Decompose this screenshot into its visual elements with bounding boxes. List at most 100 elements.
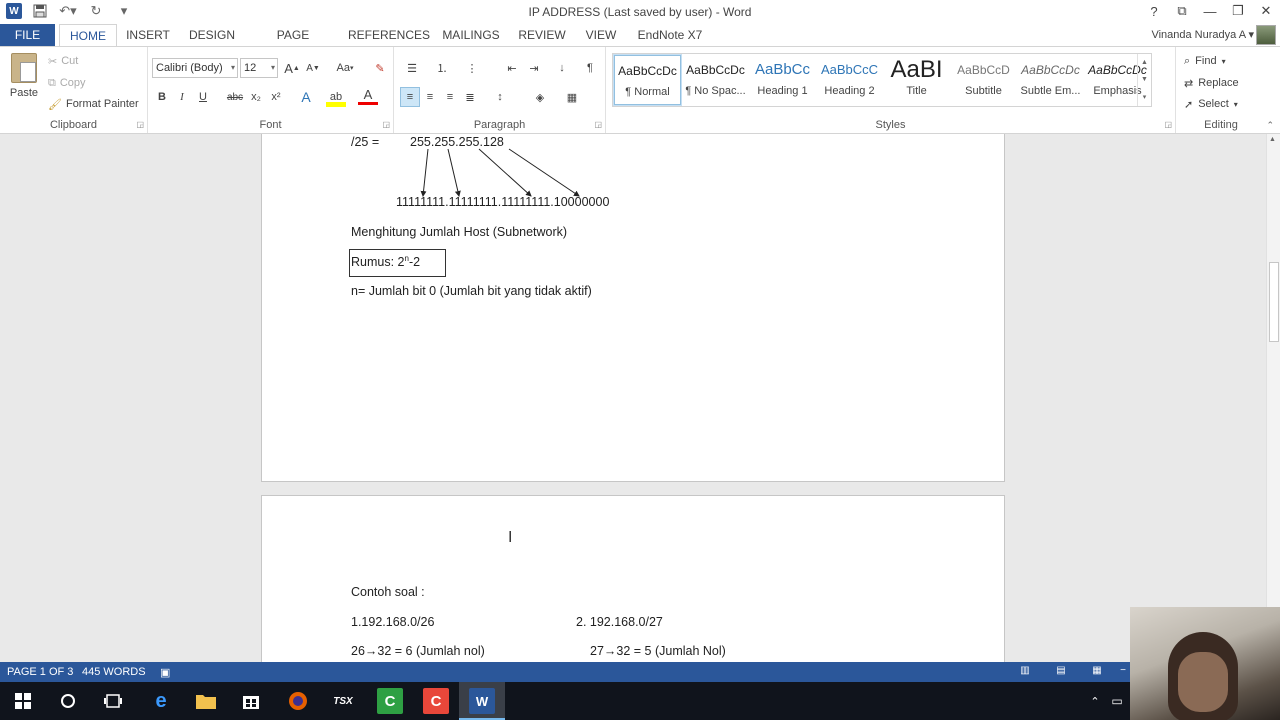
- read-mode-icon[interactable]: ▥: [1016, 665, 1034, 679]
- tab-design[interactable]: DESIGN: [186, 24, 238, 46]
- restore-icon[interactable]: ❐: [1224, 0, 1252, 22]
- increase-indent-icon[interactable]: ⇥: [524, 58, 544, 78]
- task-view-icon[interactable]: [100, 688, 126, 714]
- copy-button[interactable]: ⧉ Copy: [48, 74, 86, 92]
- font-family-select[interactable]: Calibri (Body) ▾: [152, 58, 238, 78]
- font-launcher-icon[interactable]: ◲: [382, 120, 390, 129]
- document-area[interactable]: /25 = 255.255.255.128 11111111.11111111.…: [0, 134, 1266, 662]
- line-spacing-icon[interactable]: ↕: [490, 87, 510, 107]
- page-1[interactable]: /25 = 255.255.255.128 11111111.11111111.…: [261, 134, 1005, 482]
- paste-button[interactable]: Paste: [8, 53, 40, 113]
- shrink-font-button[interactable]: A ▼: [303, 58, 323, 78]
- paragraph-group: ☰ ⒈ ⋮ ⇤ ⇥ ↓ ¶ ≡ ≡ ≡ ≣ ↕ ◈ ▦ Paragraph ◲: [394, 47, 606, 133]
- calc-1: 26→32 = 6 (Jumlah nol): [351, 644, 485, 658]
- scroll-down-icon[interactable]: ▼: [1141, 76, 1148, 83]
- font-color-button[interactable]: A: [358, 87, 378, 105]
- style-heading-1[interactable]: AaBbCc Heading 1: [749, 55, 816, 105]
- bold-button[interactable]: B: [152, 87, 172, 107]
- strikethrough-button[interactable]: abc: [225, 87, 245, 107]
- cortana-icon[interactable]: [55, 688, 81, 714]
- print-layout-icon[interactable]: ▤: [1052, 665, 1070, 679]
- battery-icon[interactable]: ▭: [1104, 688, 1130, 714]
- format-painter-button[interactable]: 🖌 Format Painter: [48, 95, 139, 113]
- page-indicator[interactable]: PAGE 1 OF 3: [7, 666, 73, 678]
- tab-endnote[interactable]: EndNote X7: [634, 24, 706, 46]
- chevron-down-icon: ▾: [1233, 99, 1238, 109]
- grow-font-button[interactable]: A ▲: [282, 58, 302, 78]
- style-subtle-emphasis[interactable]: AaBbCcDc Subtle Em...: [1017, 55, 1084, 105]
- scroll-up-icon[interactable]: ▲: [1269, 136, 1276, 143]
- gallery-scroll[interactable]: ▲ ▼ ▾: [1137, 54, 1151, 106]
- clear-formatting-icon[interactable]: ✎: [370, 58, 390, 78]
- sort-icon[interactable]: ↓: [552, 58, 572, 78]
- ribbon-display-options-icon[interactable]: ⧉: [1168, 0, 1196, 22]
- styles-launcher-icon[interactable]: ◲: [1164, 120, 1172, 129]
- shading-icon[interactable]: ◈: [530, 87, 550, 107]
- font-size-select[interactable]: 12 ▾: [240, 58, 278, 78]
- file-explorer-icon[interactable]: [193, 688, 219, 714]
- borders-icon[interactable]: ▦: [562, 87, 582, 107]
- italic-button[interactable]: I: [172, 87, 192, 107]
- page-2[interactable]: Contoh soal : 1.192.168.0/26 2. 192.168.…: [261, 495, 1005, 662]
- tab-mailings[interactable]: MAILINGS: [440, 24, 502, 46]
- change-case-button[interactable]: Aa ▾: [332, 58, 358, 78]
- multilevel-list-icon[interactable]: ⋮: [462, 58, 482, 78]
- replace-button[interactable]: ⇄ Replace: [1184, 74, 1239, 92]
- clipboard-group: Paste ✂ Cut ⧉ Copy 🖌 Format Painter Clipboa…: [0, 47, 148, 133]
- camtasia-green-icon[interactable]: C: [377, 688, 403, 714]
- align-right-icon[interactable]: ≡: [440, 87, 460, 107]
- tab-references[interactable]: REFERENCES: [348, 24, 430, 46]
- user-name-label: Vinanda Nuradya A: [1151, 29, 1246, 41]
- camtasia-red-icon[interactable]: C: [423, 688, 449, 714]
- show-marks-icon[interactable]: ¶: [580, 58, 600, 78]
- tab-home[interactable]: HOME: [59, 24, 117, 47]
- subscript-button[interactable]: x₂: [246, 87, 266, 107]
- find-button[interactable]: ⌕ Find ▾: [1184, 52, 1226, 70]
- text-effects-button[interactable]: A: [296, 87, 316, 107]
- scroll-thumb[interactable]: [1269, 262, 1279, 342]
- highlight-button[interactable]: ab: [326, 87, 346, 107]
- help-icon[interactable]: ?: [1140, 0, 1168, 22]
- style-normal[interactable]: AaBbCcDc ¶ Normal: [613, 54, 682, 106]
- clipboard-launcher-icon[interactable]: ◲: [136, 120, 144, 129]
- word-icon[interactable]: W: [469, 688, 495, 714]
- tab-page-layout[interactable]: PAGE LAYOUT: [252, 24, 334, 64]
- tab-file[interactable]: FILE: [0, 24, 55, 46]
- justify-icon[interactable]: ≣: [460, 87, 480, 107]
- firefox-icon[interactable]: [285, 688, 311, 714]
- minimize-icon[interactable]: —: [1196, 0, 1224, 22]
- edge-icon[interactable]: e: [148, 688, 174, 714]
- superscript-button[interactable]: x²: [266, 87, 286, 107]
- collapse-ribbon-icon[interactable]: ⌃: [1266, 120, 1274, 131]
- bullets-icon[interactable]: ☰: [402, 58, 422, 78]
- avatar[interactable]: [1256, 25, 1276, 45]
- chevron-down-icon: ▾: [230, 63, 235, 72]
- tab-view[interactable]: VIEW: [582, 24, 620, 46]
- close-icon[interactable]: ✕: [1252, 0, 1280, 22]
- tab-insert[interactable]: INSERT: [124, 24, 172, 46]
- align-center-icon[interactable]: ≡: [420, 87, 440, 107]
- chevron-down-icon: ▾: [270, 63, 275, 72]
- proofing-icon[interactable]: ▣: [160, 666, 170, 679]
- windows-start-icon[interactable]: [10, 688, 36, 714]
- store-icon[interactable]: [238, 688, 264, 714]
- scroll-up-icon[interactable]: ▲: [1141, 59, 1148, 66]
- style-subtitle[interactable]: AaBbCcD Subtitle: [950, 55, 1017, 105]
- tsx-app-icon[interactable]: TSX: [330, 688, 356, 714]
- gallery-more-icon[interactable]: ▾: [1143, 93, 1147, 101]
- style-heading-2[interactable]: AaBbCcC Heading 2: [816, 55, 883, 105]
- numbering-icon[interactable]: ⒈: [432, 58, 452, 78]
- web-layout-icon[interactable]: ▦: [1088, 665, 1106, 679]
- user-name[interactable]: Vinanda Nuradya A ▾: [1151, 28, 1254, 41]
- style-no-spacing[interactable]: AaBbCcDc ¶ No Spac...: [682, 55, 749, 105]
- decrease-indent-icon[interactable]: ⇤: [502, 58, 522, 78]
- tab-review[interactable]: REVIEW: [516, 24, 568, 46]
- style-title[interactable]: AaBI Title: [883, 55, 950, 105]
- align-left-icon[interactable]: ≡: [400, 87, 420, 107]
- underline-button[interactable]: U: [193, 87, 213, 107]
- cut-button[interactable]: ✂ Cut: [48, 52, 78, 70]
- select-button[interactable]: ➚ Select ▾: [1184, 95, 1238, 113]
- paragraph-launcher-icon[interactable]: ◲: [594, 120, 602, 129]
- word-count[interactable]: 445 WORDS: [82, 666, 146, 678]
- vertical-scrollbar[interactable]: ▲: [1266, 134, 1280, 662]
